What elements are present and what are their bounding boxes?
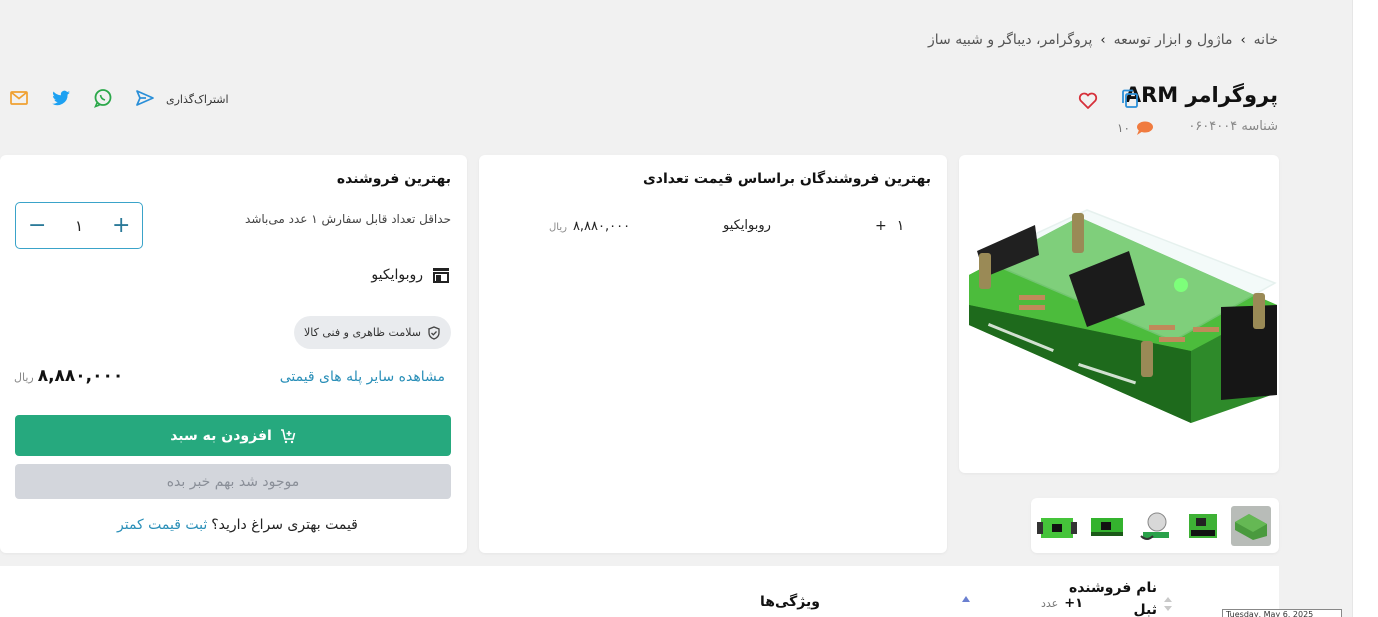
product-sku: شناسه ۰۶۰۴۰۰۴ xyxy=(1188,119,1278,134)
whatsapp-icon[interactable] xyxy=(92,87,114,109)
qty-minus-button[interactable]: − xyxy=(28,214,46,237)
product-title: پروگرامر ARM xyxy=(1124,83,1278,107)
chevron-left-icon: ‹ xyxy=(1100,32,1106,48)
tier-row-qty: + ۱ xyxy=(875,218,904,234)
thumbnail-strip xyxy=(1031,498,1279,553)
tier-row-qty-value: ۱ xyxy=(896,218,905,234)
cart-add-icon xyxy=(280,428,296,443)
add-to-cart-button[interactable]: افزودن به سبد xyxy=(15,415,451,456)
seller-price: ریال ۸,۸۸۰,۰۰۰ xyxy=(14,366,123,386)
tier-row-plus: + xyxy=(875,218,887,234)
thumbnail-2[interactable] xyxy=(1183,506,1223,546)
breadcrumb-programmers[interactable]: پروگرامر، دیباگر و شبیه ساز xyxy=(928,32,1092,48)
best-seller-card: بهترین فروشنده − ۱ + حداقل تعداد قابل سف… xyxy=(0,155,467,553)
caret-up-icon[interactable] xyxy=(961,595,971,603)
features-header[interactable]: ویژگی‌ها xyxy=(760,594,820,610)
qty-filter[interactable]: عدد +۱ xyxy=(1041,596,1083,611)
notify-when-available-button[interactable]: موجود شد بهم خبر بده xyxy=(15,464,451,499)
comments-count-value: ۱۰ xyxy=(1117,121,1130,135)
page-scrollbar[interactable] xyxy=(1352,0,1378,617)
comments-count[interactable]: ۱۰ xyxy=(1117,120,1154,136)
warranty-badge: سلامت ظاهری و فنی کالا xyxy=(294,316,451,349)
qty-plus-one: +۱ xyxy=(1064,596,1084,611)
qty-unit: عدد xyxy=(1041,597,1059,610)
shop-name: روبوایکیو xyxy=(371,267,423,283)
sort-icon[interactable] xyxy=(1163,596,1173,612)
seller-price-value: ۸,۸۸۰,۰۰۰ xyxy=(37,366,124,386)
breadcrumb-home[interactable]: خانه xyxy=(1254,32,1278,48)
qty-plus-button[interactable]: + xyxy=(112,214,130,237)
date-tooltip: Tuesday, May 6, 2025 xyxy=(1222,609,1342,617)
thumbnail-4[interactable] xyxy=(1087,506,1127,546)
add-to-cart-label: افزودن به سبد xyxy=(170,427,272,444)
send-icon[interactable] xyxy=(134,87,156,109)
shield-check-icon xyxy=(428,325,440,340)
product-image-card xyxy=(959,155,1279,473)
better-price-row: قیمت بهتری سراغ دارید؟ ثبت قیمت کمتر xyxy=(117,517,358,533)
thumbnail-5[interactable] xyxy=(1037,506,1077,546)
copy-icon[interactable] xyxy=(1119,88,1141,110)
twitter-icon[interactable] xyxy=(50,87,72,109)
breadcrumb-modules[interactable]: ماژول و ابزار توسعه xyxy=(1114,32,1233,48)
seller-name-header[interactable]: نام فروشنده xyxy=(1069,580,1157,596)
min-order-note: حداقل تعداد قابل سفارش ۱ عدد می‌باشد xyxy=(245,212,451,226)
seller-name-header-2: ثبل xyxy=(1133,602,1157,617)
chevron-left-icon: ‹ xyxy=(1240,32,1246,48)
shop-icon xyxy=(433,268,449,283)
warranty-badge-label: سلامت ظاهری و فنی کالا xyxy=(304,326,421,339)
tier-pricing-card: بهترین فروشندگان براساس قیمت تعدادی + ۱ … xyxy=(479,155,947,553)
product-image[interactable] xyxy=(959,155,1279,473)
better-price-question: قیمت بهتری سراغ دارید؟ xyxy=(211,517,358,533)
share-label: اشتراک‌گذاری xyxy=(166,93,229,106)
seller-price-currency: ریال xyxy=(14,371,34,384)
favorite-heart-icon[interactable] xyxy=(1076,88,1100,112)
sellers-table-header: نام فروشنده ثبل عدد +۱ ویژگی‌ها xyxy=(0,566,1279,617)
shop-row[interactable]: روبوایکیو xyxy=(371,265,451,285)
best-seller-title: بهترین فروشنده xyxy=(336,171,451,187)
thumbnail-1[interactable] xyxy=(1231,506,1271,546)
chat-bubble-icon xyxy=(1136,121,1153,135)
tier-row-price-value: ۸,۸۸۰,۰۰۰ xyxy=(572,219,631,234)
qty-value[interactable]: ۱ xyxy=(75,217,83,235)
thumbnail-3[interactable] xyxy=(1135,506,1175,546)
view-price-tiers-link[interactable]: مشاهده سایر پله های قیمتی xyxy=(280,369,445,385)
report-lower-price-link[interactable]: ثبت قیمت کمتر xyxy=(117,517,207,533)
breadcrumb: خانه ‹ ماژول و ابزار توسعه ‹ پروگرامر، د… xyxy=(928,32,1278,48)
tier-row-currency: ریال xyxy=(549,222,567,233)
tier-row-price: ریال ۸,۸۸۰,۰۰۰ xyxy=(549,219,630,234)
quantity-stepper: − ۱ + xyxy=(15,202,143,249)
tier-row-seller[interactable]: روبوایکیو xyxy=(723,218,771,233)
mail-icon[interactable] xyxy=(8,87,30,109)
tier-pricing-title: بهترین فروشندگان براساس قیمت تعدادی xyxy=(642,171,931,187)
